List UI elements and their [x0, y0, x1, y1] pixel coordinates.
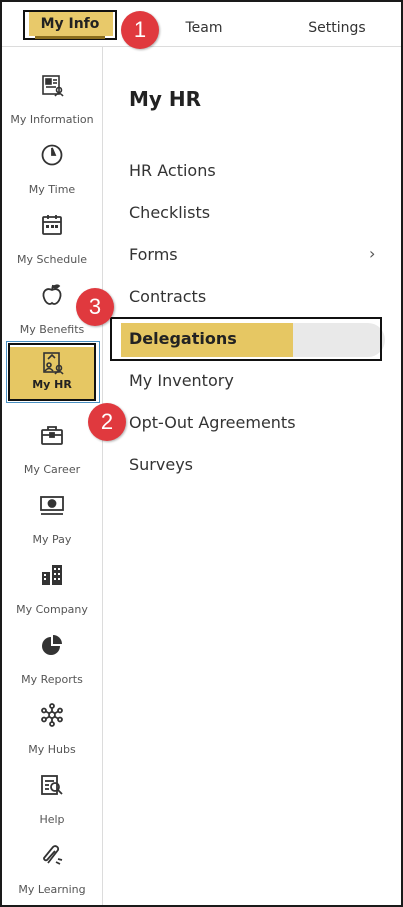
tab-settings[interactable]: Settings — [295, 2, 379, 46]
sidebar-item-label: Help — [39, 813, 65, 826]
annotation-box-my-hr — [8, 343, 96, 401]
sidebar-item-label: My Career — [23, 463, 81, 476]
hub-icon — [41, 703, 63, 727]
apple-icon — [42, 284, 62, 305]
top-tab-bar: My Info Team Settings — [2, 2, 401, 47]
sidebar: My Information My Time My Schedule My Be… — [2, 47, 103, 905]
id-card-icon — [42, 75, 64, 97]
chevron-right-icon[interactable]: › — [369, 244, 375, 263]
main-panel: My HR HR Actions Checklists Forms › Cont… — [103, 47, 401, 905]
pie-chart-icon — [42, 635, 62, 655]
sidebar-item-my-information[interactable]: My Information — [2, 67, 102, 137]
tab-team[interactable]: Team — [162, 2, 246, 46]
sidebar-item-label: My Pay — [32, 533, 72, 546]
menu-item-surveys[interactable]: Surveys — [129, 455, 193, 474]
sidebar-item-label: My Benefits — [19, 323, 85, 336]
sidebar-item-label: My Learning — [18, 883, 86, 896]
sidebar-item-my-schedule[interactable]: My Schedule — [2, 207, 102, 277]
paperclip-icon — [43, 845, 63, 865]
sidebar-item-my-reports[interactable]: My Reports — [2, 627, 102, 697]
clock-icon — [41, 144, 63, 166]
active-tab-underline — [35, 36, 105, 39]
menu-item-hr-actions[interactable]: HR Actions — [129, 161, 216, 180]
sidebar-item-label: My Company — [16, 603, 88, 616]
building-icon — [42, 565, 62, 585]
tab-my-info[interactable]: My Info — [23, 2, 119, 46]
sidebar-item-label: My Time — [28, 183, 76, 196]
pay-icon — [40, 496, 64, 515]
page-title: My HR — [129, 87, 202, 111]
help-icon — [41, 775, 63, 795]
sidebar-item-my-time[interactable]: My Time — [2, 137, 102, 207]
sidebar-item-my-learning[interactable]: My Learning — [2, 837, 102, 905]
callout-badge-1: 1 — [121, 11, 159, 49]
briefcase-icon — [41, 426, 63, 445]
annotation-box-delegations — [110, 317, 382, 361]
sidebar-item-help[interactable]: Help — [2, 767, 102, 837]
menu-item-opt-out-agreements[interactable]: Opt-Out Agreements — [129, 413, 296, 432]
tab-my-info-label: My Info — [40, 16, 100, 32]
calendar-icon — [42, 215, 62, 235]
callout-badge-2: 2 — [88, 403, 126, 441]
sidebar-item-label: My Hubs — [28, 743, 76, 756]
menu-item-contracts[interactable]: Contracts — [129, 287, 206, 306]
menu-item-checklists[interactable]: Checklists — [129, 203, 210, 222]
sidebar-item-my-company[interactable]: My Company — [2, 557, 102, 627]
sidebar-item-label: My Information — [10, 113, 94, 126]
sidebar-item-my-career[interactable]: My Career — [2, 417, 102, 487]
sidebar-item-label: My Reports — [21, 673, 83, 686]
sidebar-item-my-pay[interactable]: My Pay — [2, 487, 102, 557]
menu-item-forms[interactable]: Forms — [129, 245, 178, 264]
sidebar-item-my-hubs[interactable]: My Hubs — [2, 697, 102, 767]
sidebar-item-label: My Schedule — [16, 253, 88, 266]
callout-badge-3: 3 — [76, 288, 114, 326]
menu-item-my-inventory[interactable]: My Inventory — [129, 371, 234, 390]
app-frame: My Info Team Settings My Information My … — [0, 0, 403, 907]
